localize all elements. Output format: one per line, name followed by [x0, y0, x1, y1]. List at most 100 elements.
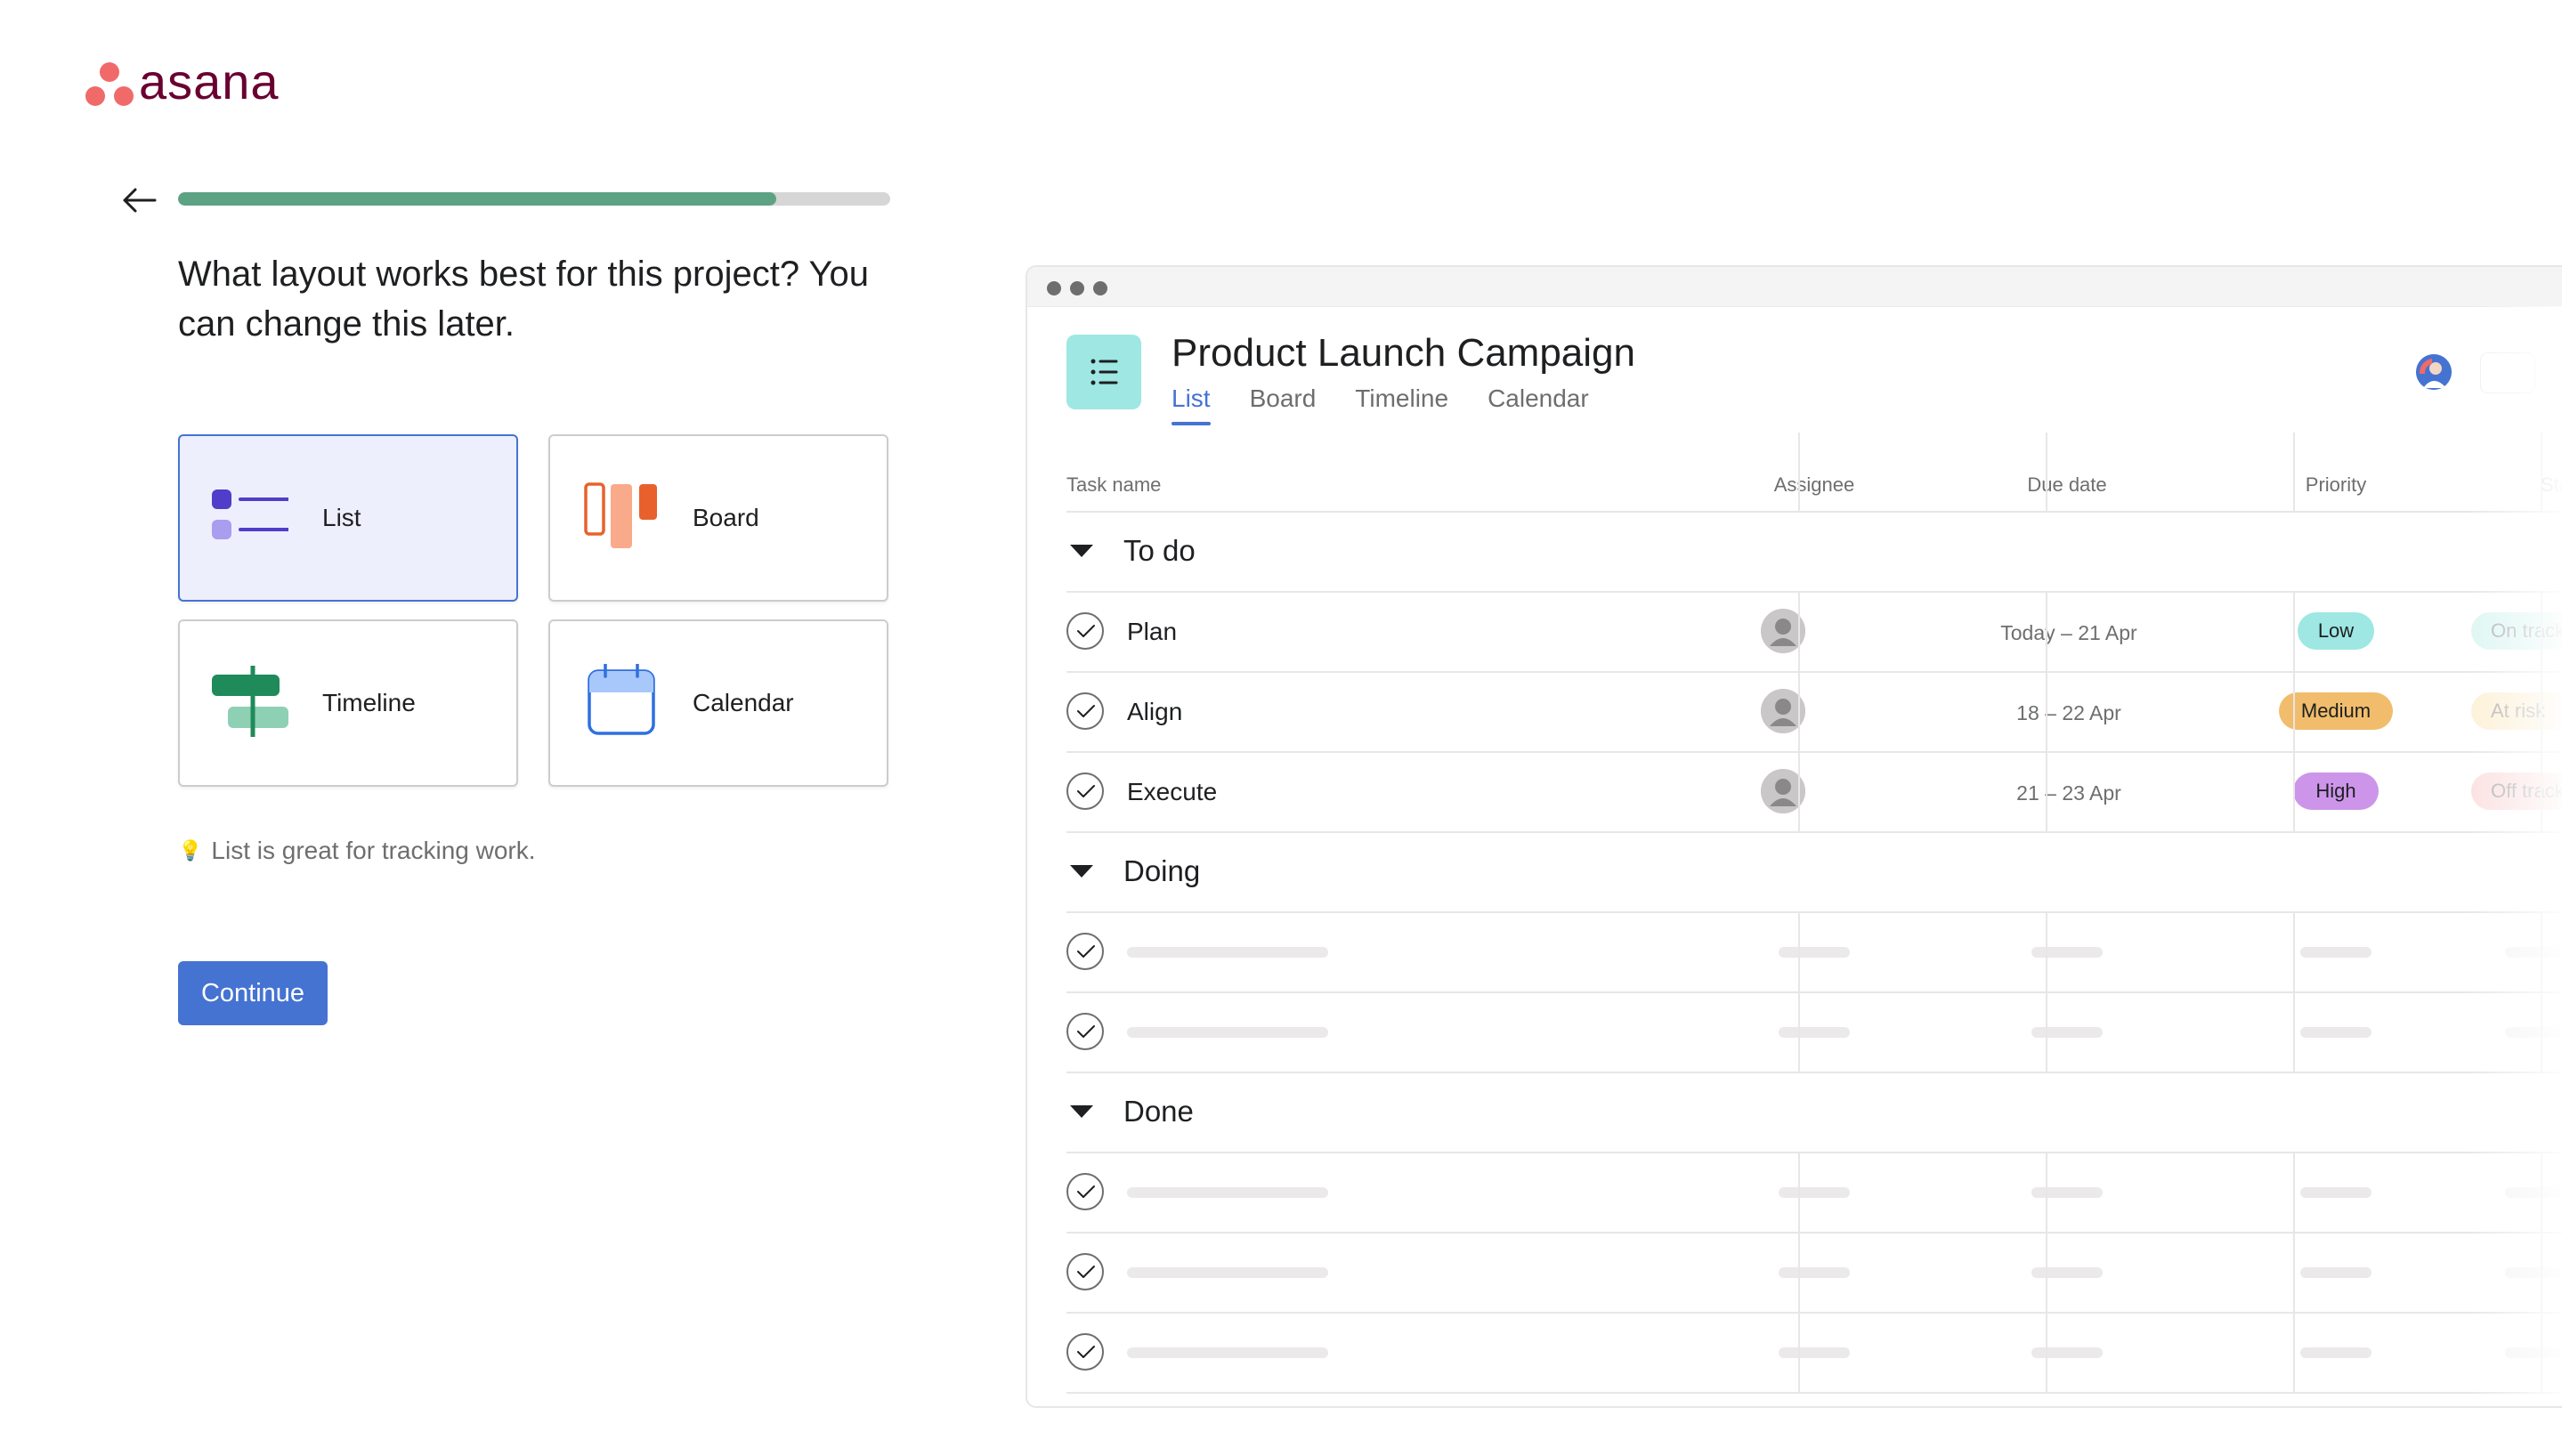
column-divider: [2046, 671, 2047, 751]
row-divider: [1066, 671, 2562, 673]
column-divider: [2046, 751, 2047, 831]
placeholder-bar: [2300, 1187, 2371, 1198]
task-name: Plan: [1127, 618, 1178, 645]
status-badge: On track: [2471, 612, 2562, 650]
placeholder-bar: [2031, 947, 2103, 958]
due-date: Today – 21 Apr: [2000, 621, 2137, 644]
caret-down-icon[interactable]: [1070, 865, 1093, 878]
layout-option-calendar[interactable]: Calendar: [548, 619, 888, 787]
tab-calendar[interactable]: Calendar: [1488, 384, 1589, 425]
placeholder-bar: [2505, 1187, 2562, 1198]
asana-wordmark: asana: [139, 53, 280, 109]
priority-badge: High: [2293, 772, 2379, 810]
column-divider: [2293, 433, 2295, 511]
column-divider: [2541, 591, 2542, 671]
layout-option-label: Timeline: [322, 689, 416, 716]
section-name: Doing: [1123, 854, 1201, 887]
placeholder-bar: [2031, 1267, 2103, 1278]
column-divider: [2046, 1312, 2047, 1392]
caret-down-icon[interactable]: [1070, 545, 1093, 557]
placeholder-bar: [1779, 1267, 1850, 1278]
column-header-due-date: Due date: [2027, 473, 2107, 496]
column-divider: [1798, 751, 1800, 831]
arrow-left-icon: [123, 188, 157, 213]
placeholder-bar: [1779, 1347, 1850, 1358]
row-divider: [1066, 1392, 2562, 1394]
continue-button[interactable]: Continue: [178, 961, 328, 1025]
tab-board[interactable]: Board: [1250, 384, 1317, 425]
placeholder-bar: [2300, 1347, 2371, 1358]
window-dot-icon: [1070, 281, 1084, 295]
placeholder-bar: [1127, 1267, 1328, 1278]
row-divider: [1066, 911, 2562, 913]
placeholder-bar: [1127, 1347, 1328, 1358]
column-divider: [2541, 991, 2542, 1072]
section-header[interactable]: Done: [1066, 1072, 1194, 1152]
page-question: What layout works best for this project?…: [178, 255, 869, 344]
row-divider: [1066, 511, 2562, 513]
row-divider: [1066, 831, 2562, 833]
placeholder-bar: [2031, 1347, 2103, 1358]
back-button[interactable]: [119, 183, 158, 217]
caret-down-icon[interactable]: [1070, 1105, 1093, 1118]
column-divider: [2293, 671, 2295, 751]
complete-task-checkbox[interactable]: [1066, 1333, 1104, 1371]
column-divider: [2046, 911, 2047, 991]
placeholder-bar: [1779, 947, 1850, 958]
complete-task-checkbox[interactable]: [1066, 933, 1104, 970]
complete-task-checkbox[interactable]: [1066, 612, 1104, 650]
row-divider: [1066, 991, 2562, 993]
window-dot-icon: [1093, 281, 1107, 295]
search-icon[interactable]: [2480, 352, 2535, 393]
column-divider: [1798, 1232, 1800, 1312]
placeholder-bar: [1127, 1187, 1328, 1198]
placeholder-bar: [1779, 1027, 1850, 1038]
placeholder-bar: [2505, 1267, 2562, 1278]
user-avatar[interactable]: [2416, 354, 2452, 390]
column-header-priority: Priority: [2305, 473, 2367, 496]
layout-option-label: Board: [693, 504, 759, 531]
column-divider: [1798, 1312, 1800, 1392]
layout-option-timeline[interactable]: Timeline: [178, 619, 518, 787]
column-divider: [2541, 433, 2542, 511]
placeholder-bar: [2031, 1027, 2103, 1038]
tab-timeline[interactable]: Timeline: [1355, 384, 1448, 425]
placeholder-bar: [2300, 1027, 2371, 1038]
section-header[interactable]: To do: [1066, 511, 1196, 591]
column-divider: [2541, 671, 2542, 751]
placeholder-bar: [1779, 1187, 1850, 1198]
complete-task-checkbox[interactable]: [1066, 1253, 1104, 1290]
window-titlebar: [1027, 267, 2562, 307]
priority-badge: Medium: [2279, 692, 2393, 730]
column-header-status: Status: [2541, 473, 2562, 496]
column-header-assignee: Assignee: [1773, 473, 1855, 496]
row-divider: [1066, 591, 2562, 593]
complete-task-checkbox[interactable]: [1066, 692, 1104, 730]
column-header-task-name: Task name: [1066, 473, 1162, 496]
list-layout-icon: [212, 489, 288, 539]
project-title: Product Launch Campaign: [1172, 331, 1635, 375]
window-dot-icon: [1047, 281, 1061, 295]
lightbulb-icon: 💡: [178, 839, 203, 861]
layout-option-list[interactable]: List: [178, 434, 518, 602]
column-divider: [2541, 1152, 2542, 1232]
complete-task-checkbox[interactable]: [1066, 1013, 1104, 1050]
row-divider: [1066, 751, 2562, 753]
priority-badge: Low: [2298, 612, 2374, 650]
row-divider: [1066, 1312, 2562, 1314]
column-divider: [2541, 1312, 2542, 1392]
complete-task-checkbox[interactable]: [1066, 1173, 1104, 1210]
timeline-layout-icon: [212, 666, 288, 737]
asana-logo-icon: [85, 62, 134, 107]
placeholder-bar: [2505, 1347, 2562, 1358]
placeholder-bar: [2505, 947, 2562, 958]
column-divider: [1798, 591, 1800, 671]
column-divider: [2293, 591, 2295, 671]
tab-list[interactable]: List: [1172, 384, 1211, 425]
column-divider: [1798, 1152, 1800, 1232]
row-divider: [1066, 1232, 2562, 1234]
layout-option-board[interactable]: Board: [548, 434, 888, 602]
column-divider: [2046, 591, 2047, 671]
section-header[interactable]: Doing: [1066, 831, 1200, 911]
complete-task-checkbox[interactable]: [1066, 772, 1104, 810]
